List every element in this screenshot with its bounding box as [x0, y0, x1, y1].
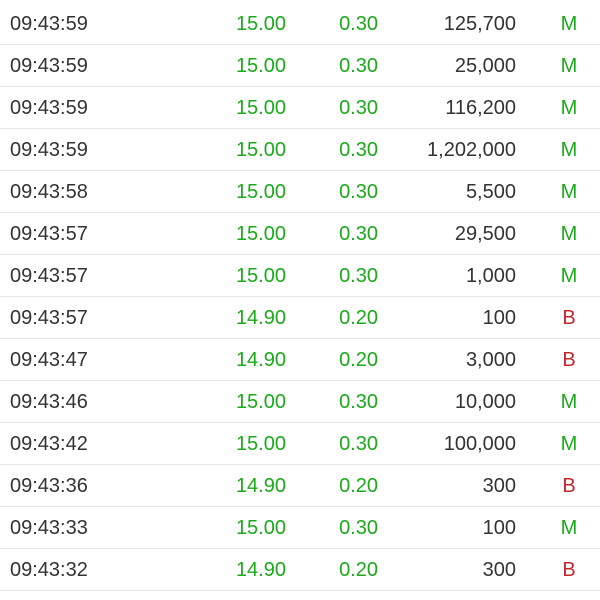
trade-row: 09:43:33 15.00 0.30 100 M — [0, 507, 600, 549]
trade-row: 09:43:59 15.00 0.30 1,202,000 M — [0, 129, 600, 171]
trade-price: 15.00 — [235, 181, 286, 203]
trade-change: 0.30 — [339, 13, 378, 35]
trade-time: 09:43:32 — [10, 559, 88, 581]
trade-row: 09:43:32 14.90 0.20 300 B — [0, 549, 600, 591]
trade-time: 09:43:57 — [10, 307, 88, 329]
trade-volume: 29,500 — [454, 223, 516, 245]
trade-change: 0.30 — [339, 223, 378, 245]
trade-price: 14.90 — [235, 559, 286, 581]
trade-price: 15.00 — [235, 13, 286, 35]
trade-price: 15.00 — [235, 97, 286, 119]
trade-time: 09:43:47 — [10, 349, 88, 371]
trade-side: B — [562, 349, 576, 371]
trade-volume: 3,000 — [465, 349, 516, 371]
trade-change: 0.30 — [339, 181, 378, 203]
trade-side: M — [560, 97, 578, 119]
trade-time: 09:43:58 — [10, 181, 88, 203]
trade-time: 09:43:33 — [10, 517, 88, 539]
trade-change: 0.20 — [339, 307, 378, 329]
trade-change: 0.30 — [339, 433, 378, 455]
trade-change: 0.30 — [339, 55, 378, 77]
trade-volume: 125,700 — [443, 13, 516, 35]
trade-side: M — [560, 181, 578, 203]
trade-change: 0.30 — [339, 139, 378, 161]
trade-side: M — [560, 55, 578, 77]
trade-time: 09:43:36 — [10, 475, 88, 497]
trade-volume: 1,202,000 — [427, 139, 516, 161]
trade-time: 09:43:59 — [10, 139, 88, 161]
trade-change: 0.30 — [339, 97, 378, 119]
trade-row: 09:43:59 15.00 0.30 125,700 M — [0, 3, 600, 45]
trade-side: M — [560, 433, 578, 455]
trade-row: 09:43:42 15.00 0.30 100,000 M — [0, 423, 600, 465]
trade-price: 15.00 — [235, 433, 286, 455]
trade-side: M — [560, 265, 578, 287]
trade-time: 09:43:46 — [10, 391, 88, 413]
trade-side: M — [560, 391, 578, 413]
trade-volume: 100 — [482, 517, 516, 539]
trade-volume: 100 — [482, 307, 516, 329]
trade-price: 14.90 — [235, 349, 286, 371]
trade-change: 0.20 — [339, 475, 378, 497]
trade-row: 09:43:36 14.90 0.20 300 B — [0, 465, 600, 507]
trade-ticker-list: 09:43:59 15.00 0.30 125,700 M 09:43:59 15.00 0.… — [0, 0, 600, 600]
trade-volume: 10,000 — [454, 391, 516, 413]
trade-side: M — [560, 139, 578, 161]
trade-volume: 1,000 — [465, 265, 516, 287]
trade-change: 0.20 — [339, 559, 378, 581]
trade-change: 0.30 — [339, 391, 378, 413]
trade-price: 15.00 — [235, 517, 286, 539]
trade-row: 09:43:57 15.00 0.30 29,500 M — [0, 213, 600, 255]
trade-volume: 300 — [482, 475, 516, 497]
trade-row: 09:43:59 15.00 0.30 25,000 M — [0, 45, 600, 87]
trade-side: M — [560, 517, 578, 539]
trade-price: 15.00 — [235, 265, 286, 287]
trade-time: 09:43:59 — [10, 13, 88, 35]
trade-price: 15.00 — [235, 391, 286, 413]
trade-time: 09:43:59 — [10, 55, 88, 77]
trade-row: 09:43:59 15.00 0.30 116,200 M — [0, 87, 600, 129]
trade-change: 0.30 — [339, 265, 378, 287]
trade-row: 09:43:57 14.90 0.20 100 B — [0, 297, 600, 339]
trade-time: 09:43:57 — [10, 223, 88, 245]
trade-row: 09:43:46 15.00 0.30 10,000 M — [0, 381, 600, 423]
trade-side: M — [560, 13, 578, 35]
trade-side: B — [562, 559, 576, 581]
trade-price: 14.90 — [235, 475, 286, 497]
trade-price: 15.00 — [235, 139, 286, 161]
trade-volume: 116,200 — [445, 97, 516, 119]
trade-row: 09:43:58 15.00 0.30 5,500 M — [0, 171, 600, 213]
trade-volume: 300 — [482, 559, 516, 581]
trade-side: B — [562, 307, 576, 329]
trade-row: 09:43:47 14.90 0.20 3,000 B — [0, 339, 600, 381]
trade-time: 09:43:42 — [10, 433, 88, 455]
trade-time: 09:43:59 — [10, 97, 88, 119]
trade-price: 14.90 — [235, 307, 286, 329]
trade-change: 0.20 — [339, 349, 378, 371]
trade-price: 15.00 — [235, 55, 286, 77]
trade-row: 09:43:57 15.00 0.30 1,000 M — [0, 255, 600, 297]
trade-volume: 5,500 — [465, 181, 516, 203]
trade-price: 15.00 — [235, 223, 286, 245]
trade-volume: 100,000 — [443, 433, 516, 455]
trade-time: 09:43:57 — [10, 265, 88, 287]
trade-change: 0.30 — [339, 517, 378, 539]
trade-side: M — [560, 223, 578, 245]
trade-volume: 25,000 — [454, 55, 516, 77]
trade-side: B — [562, 475, 576, 497]
